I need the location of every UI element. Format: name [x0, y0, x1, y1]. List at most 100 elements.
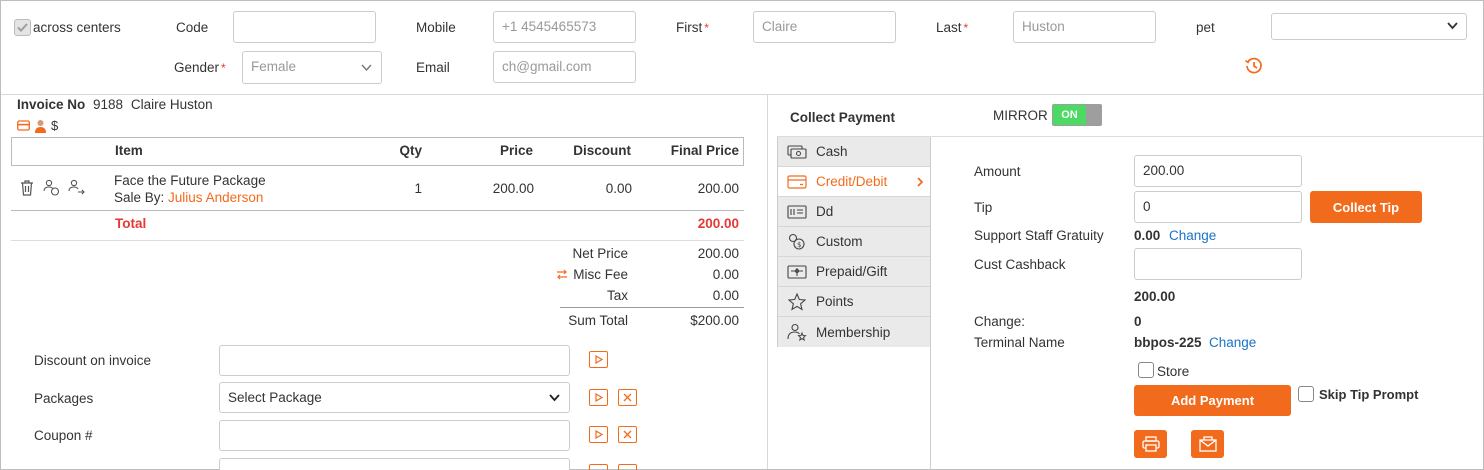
code-input[interactable]: [233, 11, 376, 43]
next-field-input[interactable]: [219, 458, 570, 470]
packages-apply-button[interactable]: [589, 389, 608, 406]
terminal-label: Terminal Name: [974, 335, 1065, 350]
coupon-input[interactable]: [219, 420, 570, 451]
email-input[interactable]: ch@gmail.com: [493, 51, 636, 83]
method-membership-label: Membership: [816, 324, 891, 340]
packages-label: Packages: [34, 391, 94, 406]
store-checkbox[interactable]: [1138, 362, 1154, 378]
staff-swap-icon[interactable]: [68, 179, 85, 196]
gender-select[interactable]: Female: [242, 51, 382, 84]
amount-input[interactable]: 200.00: [1134, 155, 1302, 187]
terminal-change-link[interactable]: Change: [1209, 335, 1256, 350]
across-centers-checkbox[interactable]: [14, 19, 31, 36]
table-row: Face the Future Package Sale By: Julius …: [11, 166, 744, 210]
email-receipt-button[interactable]: [1191, 430, 1224, 458]
skip-tip-checkbox[interactable]: [1298, 386, 1314, 402]
tax-value: 0.00: [712, 288, 739, 303]
mobile-label: Mobile: [416, 20, 456, 35]
mobile-input[interactable]: +1 4545465573: [493, 11, 636, 43]
change-label: Change:: [974, 314, 1026, 329]
row-price: 200.00: [492, 181, 534, 196]
first-name-input[interactable]: Claire: [753, 11, 896, 43]
method-cash-label: Cash: [816, 144, 848, 159]
packages-select[interactable]: Select Package: [219, 382, 570, 413]
print-button[interactable]: [1134, 430, 1167, 458]
invoice-customer-name: Claire Huston: [130, 97, 213, 112]
across-centers-label: across centers: [33, 20, 121, 35]
credit-card-icon[interactable]: [17, 120, 30, 131]
credit-card-icon: [786, 173, 808, 191]
table-right-border: [743, 137, 744, 166]
person-icon[interactable]: [34, 119, 47, 133]
membership-icon: [786, 323, 808, 341]
star-icon: [786, 292, 808, 311]
discount-input[interactable]: [219, 345, 570, 376]
net-price-label: Net Price: [572, 246, 628, 261]
gratuity-value: 0.00: [1134, 228, 1161, 243]
svg-text:$: $: [797, 241, 801, 249]
sale-by-staff-link[interactable]: Julius Anderson: [168, 190, 263, 205]
row-final-price: 200.00: [697, 181, 739, 196]
last-name-input[interactable]: Huston: [1013, 11, 1156, 43]
pet-select[interactable]: [1271, 13, 1467, 40]
row-discount: 0.00: [605, 181, 632, 196]
method-points[interactable]: Points: [778, 287, 930, 317]
next-apply-button[interactable]: [589, 464, 608, 470]
collect-payment-title: Collect Payment: [790, 110, 896, 125]
cash-icon: [786, 143, 808, 161]
tip-input[interactable]: 0: [1134, 191, 1302, 223]
mirror-toggle[interactable]: ON: [1052, 104, 1102, 126]
coupon-clear-button[interactable]: [618, 426, 637, 443]
cashback-label: Cust Cashback: [974, 257, 1066, 272]
method-custom-label: Custom: [816, 234, 863, 249]
col-discount: Discount: [573, 143, 631, 158]
method-cash[interactable]: Cash: [778, 137, 930, 167]
invoice-no: 9188: [93, 97, 124, 112]
history-icon[interactable]: [1244, 56, 1264, 76]
packages-clear-button[interactable]: [618, 389, 637, 406]
chevron-down-icon: [361, 64, 372, 72]
invoice-no-label: Invoice No: [17, 97, 86, 112]
coupon-apply-button[interactable]: [589, 426, 608, 443]
method-custom[interactable]: $ Custom: [778, 227, 930, 257]
play-icon: [594, 393, 603, 402]
method-membership[interactable]: Membership: [778, 317, 930, 347]
dd-icon: [786, 203, 808, 221]
method-prepaid-gift-label: Prepaid/Gift: [816, 264, 888, 279]
subtotal-value: 200.00: [1134, 289, 1176, 304]
table-left-border: [11, 137, 12, 166]
method-dd[interactable]: Dd: [778, 197, 930, 227]
cashback-input[interactable]: [1134, 248, 1302, 280]
gratuity-change-link[interactable]: Change: [1169, 228, 1216, 243]
col-final-price: Final Price: [670, 143, 739, 158]
pet-label: pet: [1196, 20, 1215, 35]
coupon-label: Coupon #: [34, 428, 93, 443]
collect-tip-button[interactable]: Collect Tip: [1310, 191, 1422, 223]
col-price: Price: [499, 143, 533, 158]
staff-coins-icon[interactable]: [43, 179, 60, 196]
next-clear-button[interactable]: [618, 464, 637, 470]
gift-card-icon: [786, 263, 808, 281]
method-prepaid-gift[interactable]: Prepaid/Gift: [778, 257, 930, 287]
invoice-icons: $: [17, 118, 58, 133]
tax-label: Tax: [606, 288, 628, 303]
custom-icon: $: [786, 233, 808, 251]
row-item-cell: Face the Future Package Sale By: Julius …: [114, 172, 266, 206]
method-dd-label: Dd: [816, 204, 834, 219]
change-value: 0: [1134, 314, 1142, 329]
chevron-down-icon: [1447, 22, 1458, 30]
trash-icon[interactable]: [19, 179, 35, 196]
col-qty: Qty: [399, 143, 422, 158]
method-points-label: Points: [816, 294, 854, 309]
col-item: Item: [115, 143, 143, 158]
packages-select-value: Select Package: [228, 390, 322, 405]
method-credit-debit-label: Credit/Debit: [816, 174, 888, 189]
dollar-icon[interactable]: $: [51, 118, 58, 133]
mirror-label: MIRROR: [993, 108, 1048, 123]
method-credit-debit[interactable]: Credit/Debit: [778, 167, 930, 197]
add-payment-button[interactable]: Add Payment: [1134, 385, 1291, 416]
email-label: Email: [416, 60, 450, 75]
row-qty: 1: [414, 181, 422, 196]
discount-apply-button[interactable]: [589, 351, 608, 368]
play-icon: [594, 430, 603, 439]
